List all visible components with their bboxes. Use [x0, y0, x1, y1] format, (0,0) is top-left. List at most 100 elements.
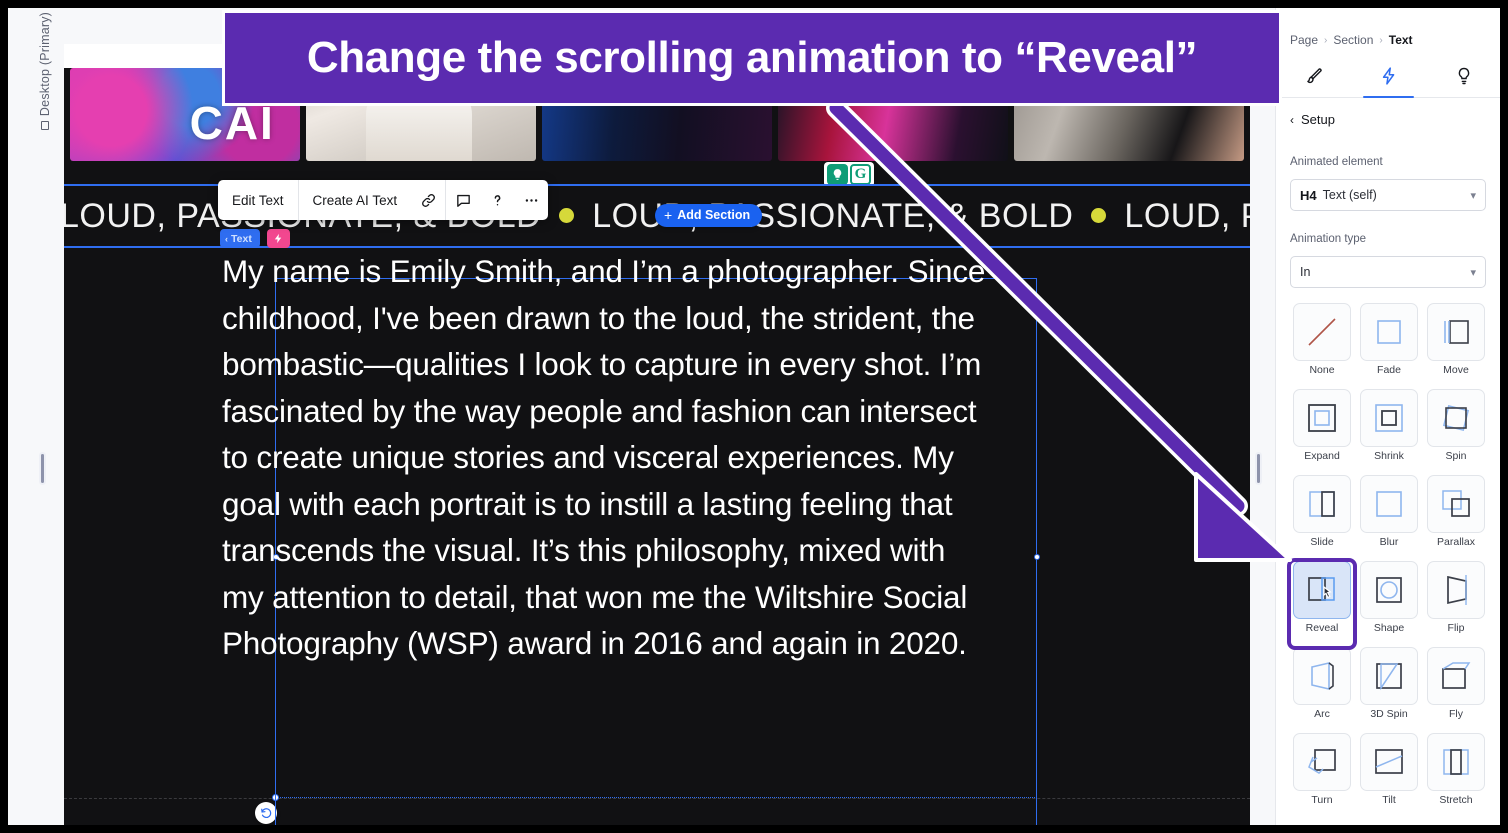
- site-editor: Desktop (Primary) CAI G + Add Section LO…: [8, 8, 1500, 825]
- expand-icon: [1293, 389, 1351, 447]
- tilt-icon: [1360, 733, 1418, 791]
- animation-option-spin[interactable]: Spin: [1424, 389, 1488, 475]
- lightning-bolt-icon: [1379, 66, 1399, 91]
- paintbrush-icon: [1304, 66, 1324, 91]
- animation-badge-button[interactable]: [266, 229, 290, 248]
- move-icon: [1427, 303, 1485, 361]
- link-icon[interactable]: [411, 180, 445, 220]
- animation-option-expand[interactable]: Expand: [1290, 389, 1354, 475]
- animation-option-slide[interactable]: Slide: [1290, 475, 1354, 561]
- selection-badges: ‹ Text: [220, 229, 290, 248]
- animation-option-3d-spin[interactable]: 3D Spin: [1357, 647, 1421, 733]
- marquee-phrase: LOUD, PASSIONATE, & BOLD: [1124, 196, 1250, 235]
- element-toolbar[interactable]: Edit Text Create AI Text: [218, 180, 549, 220]
- animation-option-tilt[interactable]: Tilt: [1357, 733, 1421, 819]
- fly-icon: [1427, 647, 1485, 705]
- lightbulb-icon: [1454, 66, 1474, 91]
- comment-icon[interactable]: [446, 180, 480, 220]
- marquee-dot-icon: [1091, 207, 1107, 223]
- breadcrumb-section[interactable]: Section: [1333, 33, 1373, 47]
- rotate-handle[interactable]: [255, 802, 277, 824]
- breadcrumb-page[interactable]: Page: [1290, 33, 1318, 47]
- breadcrumb-separator: ›: [1379, 34, 1383, 46]
- tab-animation[interactable]: [1351, 60, 1426, 98]
- animation-option-parallax[interactable]: Parallax: [1424, 475, 1488, 561]
- animation-option-fade[interactable]: Fade: [1357, 303, 1421, 389]
- 3d-spin-icon: [1360, 647, 1418, 705]
- chevron-left-icon: ‹: [1290, 112, 1294, 127]
- flip-icon: [1427, 561, 1485, 619]
- animation-option-shape[interactable]: Shape: [1357, 561, 1421, 647]
- canvas-resize-handle-left[interactable]: [39, 452, 46, 485]
- animation-option-arc[interactable]: Arc: [1290, 647, 1354, 733]
- shape-icon: [1360, 561, 1418, 619]
- breadcrumb-text[interactable]: Text: [1389, 33, 1413, 47]
- chevron-down-icon: ▾: [1470, 266, 1476, 279]
- element-type-badge[interactable]: ‹ Text: [220, 229, 260, 248]
- tab-design[interactable]: [1276, 60, 1351, 97]
- inspector-tabs: [1276, 60, 1500, 98]
- animation-option-turn[interactable]: Turn: [1290, 733, 1354, 819]
- turn-icon: [1293, 733, 1351, 791]
- screenshot-root: Desktop (Primary) CAI G + Add Section LO…: [0, 0, 1508, 833]
- animation-type-grid: None Fade Move Expand Shrink Spin Slide Blur Par…: [1287, 303, 1488, 819]
- animation-type-value: In: [1300, 265, 1311, 279]
- grammarly-bulb-icon: [827, 164, 848, 185]
- instruction-text: Change the scrolling animation to “Revea…: [306, 33, 1198, 82]
- instruction-banner: Change the scrolling animation to “Revea…: [222, 10, 1282, 106]
- animation-option-label: Shrink: [1374, 450, 1404, 462]
- animation-option-move[interactable]: Move: [1424, 303, 1488, 389]
- right-inspector-panel: Page › Section › Text ‹ Setup Animated e…: [1275, 8, 1500, 825]
- tab-insights[interactable]: [1426, 60, 1500, 97]
- marquee-dot-icon: [559, 207, 575, 223]
- animation-option-label: Tilt: [1382, 794, 1396, 806]
- more-options-icon[interactable]: [514, 180, 548, 220]
- monitor-icon: [40, 121, 49, 131]
- animation-type-select[interactable]: In ▾: [1290, 256, 1486, 288]
- edit-text-button[interactable]: Edit Text: [218, 180, 298, 220]
- animation-option-label: Move: [1443, 364, 1469, 376]
- animation-option-stretch[interactable]: Stretch: [1424, 733, 1488, 819]
- animation-option-label: Slide: [1310, 536, 1334, 548]
- setup-label: Setup: [1301, 112, 1335, 127]
- animated-element-label: Animated element: [1290, 156, 1383, 168]
- grammarly-g-icon: G: [850, 164, 871, 185]
- breadcrumb-separator: ›: [1324, 34, 1328, 46]
- animated-element-select[interactable]: H4 Text (self) ▾: [1290, 179, 1486, 211]
- setup-back-button[interactable]: ‹ Setup: [1290, 112, 1335, 127]
- animation-option-label: Shape: [1373, 622, 1405, 634]
- fade-icon: [1360, 303, 1418, 361]
- resize-handle-right[interactable]: [1033, 553, 1040, 560]
- help-icon[interactable]: [480, 180, 514, 220]
- animation-option-reveal[interactable]: Reveal: [1287, 558, 1357, 650]
- animation-option-label: Fade: [1377, 364, 1401, 376]
- animation-option-label: Spin: [1445, 450, 1467, 462]
- animation-option-label: Blur: [1379, 536, 1399, 548]
- element-type-label: Text: [231, 232, 252, 245]
- arc-icon: [1293, 647, 1351, 705]
- left-rail: Desktop (Primary): [8, 8, 64, 825]
- body-copy-text[interactable]: My name is Emily Smith, and I’m a photog…: [222, 248, 992, 667]
- none-icon: [1293, 303, 1351, 361]
- animation-option-none[interactable]: None: [1290, 303, 1354, 389]
- slide-icon: [1293, 475, 1351, 533]
- animation-option-label: Stretch: [1439, 794, 1473, 806]
- animation-option-label: Flip: [1447, 622, 1465, 634]
- animation-option-shrink[interactable]: Shrink: [1357, 389, 1421, 475]
- create-ai-text-button[interactable]: Create AI Text: [299, 180, 412, 220]
- blur-icon: [1360, 475, 1418, 533]
- animation-option-label: Fly: [1449, 708, 1463, 720]
- animation-option-fly[interactable]: Fly: [1424, 647, 1488, 733]
- canvas-resize-handle-right[interactable]: [1255, 452, 1262, 485]
- animation-option-label: Arc: [1314, 708, 1330, 720]
- animation-type-label: Animation type: [1290, 233, 1367, 245]
- stretch-icon: [1427, 733, 1485, 791]
- animation-option-label: Expand: [1304, 450, 1340, 462]
- device-selector[interactable]: Desktop (Primary): [38, 8, 52, 146]
- animation-option-blur[interactable]: Blur: [1357, 475, 1421, 561]
- add-section-button[interactable]: + Add Section: [655, 204, 763, 227]
- chevron-down-icon: ▾: [1470, 189, 1476, 202]
- plus-icon: +: [664, 207, 673, 223]
- animation-option-flip[interactable]: Flip: [1424, 561, 1488, 647]
- animation-option-label: Turn: [1311, 794, 1333, 806]
